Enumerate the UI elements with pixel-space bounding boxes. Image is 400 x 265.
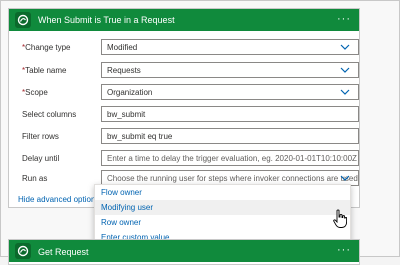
trigger-card-title: When Submit is True in a Request (38, 15, 175, 25)
change-type-label: *Change type (22, 43, 71, 52)
filter-rows-label: Filter rows (22, 132, 59, 141)
scope-label: *Scope (22, 88, 48, 97)
chevron-down-icon (340, 67, 350, 73)
trigger-card-header[interactable]: When Submit is True in a Request ··· (9, 9, 359, 31)
scope-select[interactable]: Organization (101, 84, 359, 100)
chevron-down-icon (340, 44, 350, 50)
run-as-label: Run as (22, 174, 48, 183)
delay-until-label: Delay until (22, 154, 60, 163)
dataverse-logo-icon (15, 12, 31, 28)
hand-pointer-cursor-icon (333, 209, 347, 228)
trigger-card: When Submit is True in a Request ··· *Ch… (8, 8, 360, 208)
get-request-card-title: Get Request (38, 247, 89, 257)
dropdown-option-flow-owner[interactable]: Flow owner (95, 185, 350, 200)
hide-advanced-options-link[interactable]: Hide advanced options (18, 195, 99, 204)
table-name-select[interactable]: Requests (101, 62, 359, 78)
more-options-icon[interactable]: ··· (337, 13, 351, 25)
filter-rows-input[interactable]: bw_submit eq true (101, 128, 359, 144)
select-columns-input[interactable]: bw_submit (101, 106, 359, 122)
select-columns-row: Select columns bw_submit (16, 106, 361, 122)
scope-row: *Scope Organization (16, 84, 361, 100)
get-request-card: Get Request ··· (8, 239, 360, 265)
delay-until-input[interactable]: Enter a time to delay the trigger evalua… (101, 150, 359, 166)
get-request-card-header[interactable]: Get Request ··· (9, 240, 359, 262)
select-columns-label: Select columns (22, 110, 77, 119)
chevron-down-icon (340, 175, 350, 181)
table-name-row: *Table name Requests (16, 62, 361, 78)
filter-rows-row: Filter rows bw_submit eq true (16, 128, 361, 144)
change-type-select[interactable]: Modified (101, 39, 359, 55)
delay-until-row: Delay until Enter a time to delay the tr… (16, 150, 361, 166)
dropdown-option-row-owner[interactable]: Row owner (95, 215, 350, 230)
flow-designer-canvas: When Submit is True in a Request ··· *Ch… (0, 0, 400, 265)
change-type-row: *Change type Modified (16, 39, 361, 55)
more-options-icon[interactable]: ··· (337, 244, 351, 256)
run-as-dropdown-menu: Flow owner Modifying user Row owner Ente… (94, 184, 351, 246)
chevron-down-icon (340, 89, 350, 95)
dropdown-option-modifying-user[interactable]: Modifying user (95, 200, 350, 215)
table-name-label: *Table name (22, 66, 67, 75)
